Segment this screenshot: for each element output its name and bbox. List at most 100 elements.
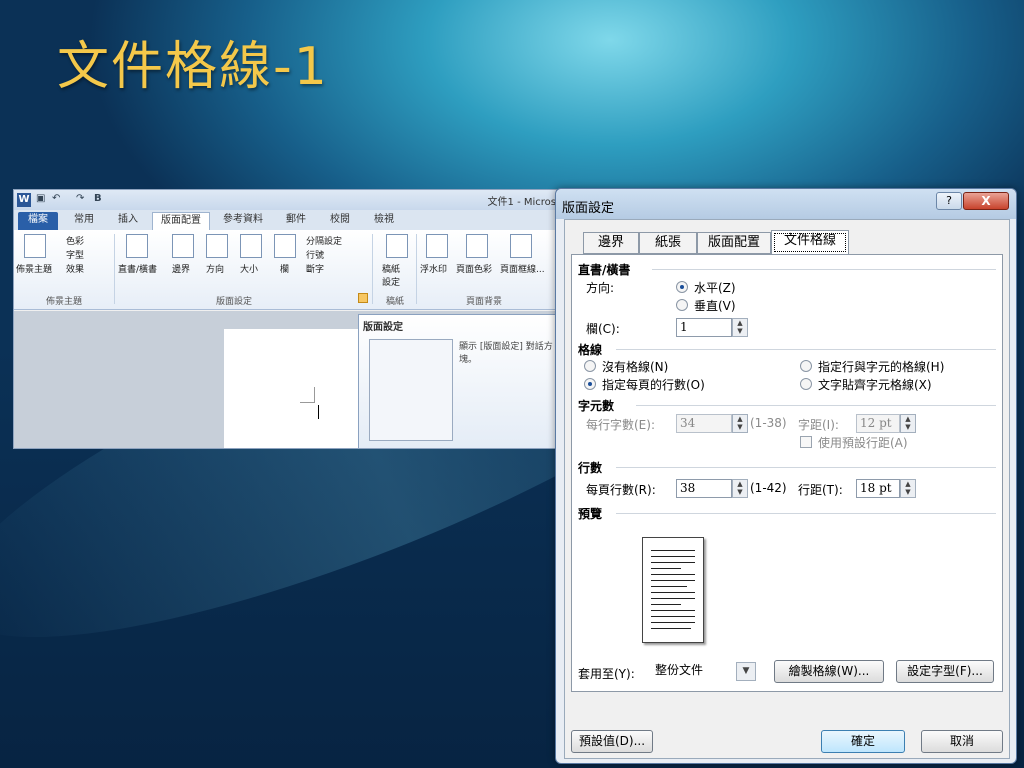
grid-section: 格線 <box>578 343 603 357</box>
tab-page-layout[interactable]: 版面配置 <box>152 212 210 230</box>
apply-to-select[interactable]: 整份文件 <box>652 662 734 681</box>
lines-per-page-range: (1-42) <box>750 481 787 495</box>
text-direction-icon[interactable] <box>126 234 148 258</box>
section-divider <box>616 349 996 350</box>
page-borders-icon[interactable] <box>510 234 532 258</box>
ribbon-body: 佈景主題 色彩 字型 效果 佈景主題 直書/橫書 邊界 方向 大小 欄 分隔設定… <box>14 230 556 310</box>
document-title: 文件1 - Micros <box>487 197 556 208</box>
columns-spinner[interactable]: ▲ ▼ <box>732 318 748 337</box>
horizontal-label: 水平(Z) <box>694 281 736 295</box>
preview-line <box>651 604 681 605</box>
lines-per-page-input[interactable]: 38 <box>676 479 732 498</box>
no-grid-radio[interactable] <box>584 360 596 372</box>
preview-line <box>651 580 695 581</box>
horizontal-radio[interactable] <box>676 281 688 293</box>
columns-icon[interactable] <box>274 234 296 258</box>
line-pitch-label: 行距(T): <box>798 483 843 497</box>
manuscript-icon[interactable] <box>386 234 408 258</box>
columns-label: 欄(C): <box>586 322 620 336</box>
separator <box>416 234 417 304</box>
breaks-button[interactable]: 分隔設定 <box>306 234 342 247</box>
fonts-button[interactable]: 字型 <box>66 248 84 261</box>
line-pitch-spinner[interactable]: ▲ ▼ <box>900 479 916 498</box>
colors-button[interactable]: 色彩 <box>66 234 84 247</box>
tab-document-grid[interactable]: 文件格線 <box>771 230 849 255</box>
watermark-icon[interactable] <box>426 234 448 258</box>
apply-to-dropdown-icon[interactable]: ▼ <box>736 662 756 681</box>
dialog-title-bar[interactable]: 版面設定 ? X <box>556 189 1016 219</box>
save-icon[interactable]: ▣ <box>36 193 48 206</box>
lines-only-radio[interactable] <box>584 378 596 390</box>
use-default-pitch-checkbox[interactable] <box>800 436 812 448</box>
page-borders-button[interactable]: 頁面框線... <box>500 262 545 275</box>
chars-per-line-spinner[interactable]: ▲ ▼ <box>732 414 748 433</box>
vertical-radio[interactable] <box>676 299 688 311</box>
ribbon-screenshot: W ▣ ↶ ↷ B 文件1 - Micros 檔案 常用 插入 版面配置 參考資… <box>13 189 557 449</box>
size-icon[interactable] <box>240 234 262 258</box>
snap-chars-radio[interactable] <box>800 378 812 390</box>
char-pitch-input[interactable]: 12 pt <box>856 414 900 433</box>
bold-icon[interactable]: B <box>94 193 106 206</box>
text-direction-button[interactable]: 直書/橫書 <box>118 262 157 275</box>
columns-input[interactable]: 1 <box>676 318 732 337</box>
hyphenation-button[interactable]: 斷字 <box>306 262 324 275</box>
help-button[interactable]: ? <box>936 192 962 210</box>
manuscript-button[interactable]: 稿紙 設定 <box>382 262 400 288</box>
preview-section: 預覽 <box>578 507 603 521</box>
lines-and-chars-radio[interactable] <box>800 360 812 372</box>
margins-icon[interactable] <box>172 234 194 258</box>
line-pitch-input[interactable]: 18 pt <box>856 479 900 498</box>
lines-only-label: 指定每頁的行數(O) <box>602 378 705 392</box>
document-page[interactable] <box>224 329 364 448</box>
dialog-title: 版面設定 <box>562 201 615 216</box>
page-color-button[interactable]: 頁面色彩 <box>456 262 492 275</box>
orientation-icon[interactable] <box>206 234 228 258</box>
draw-grid-button[interactable]: 繪製格線(W)... <box>774 660 884 683</box>
tab-view[interactable]: 檢視 <box>364 212 404 230</box>
default-button[interactable]: 預設值(D)... <box>571 730 653 753</box>
no-grid-label: 沒有格線(N) <box>602 360 669 374</box>
document-grid-panel: 直書/橫書 方向: 水平(Z) 垂直(V) 欄(C): 1 ▲ ▼ 格線 沒有格線… <box>571 254 1003 692</box>
page-color-icon[interactable] <box>466 234 488 258</box>
watermark-button[interactable]: 浮水印 <box>420 262 447 275</box>
separator <box>114 234 115 304</box>
margins-button[interactable]: 邊界 <box>172 262 190 275</box>
tab-insert[interactable]: 插入 <box>108 212 148 230</box>
paper-group-label: 稿紙 <box>385 297 404 307</box>
columns-button[interactable]: 欄 <box>280 262 289 275</box>
cancel-button[interactable]: 取消 <box>921 730 1003 753</box>
line-numbers-button[interactable]: 行號 <box>306 248 324 261</box>
preview-line <box>651 628 691 629</box>
tab-paper[interactable]: 紙張 <box>639 232 697 254</box>
tab-file[interactable]: 檔案 <box>18 212 58 230</box>
themes-button[interactable]: 佈景主題 <box>16 262 52 275</box>
dialog-launcher-icon[interactable] <box>358 293 368 303</box>
word-app-icon[interactable]: W <box>17 193 31 207</box>
orientation-button[interactable]: 方向 <box>206 262 224 275</box>
close-button[interactable]: X <box>963 192 1009 210</box>
lines-per-page-spinner[interactable]: ▲ ▼ <box>732 479 748 498</box>
set-font-button[interactable]: 設定字型(F)... <box>896 660 994 683</box>
tab-margins[interactable]: 邊界 <box>583 232 639 254</box>
dialog-body: 邊界 紙張 版面配置 文件格線 直書/橫書 方向: 水平(Z) 垂直(V) 欄(… <box>564 219 1010 759</box>
ok-button[interactable]: 確定 <box>821 730 905 753</box>
tab-references[interactable]: 參考資料 <box>214 212 272 230</box>
tab-home[interactable]: 常用 <box>64 212 104 230</box>
text-cursor <box>318 405 319 419</box>
chars-per-line-input[interactable]: 34 <box>676 414 732 433</box>
preview-line <box>651 574 695 575</box>
themes-icon[interactable] <box>24 234 46 258</box>
lines-section: 行數 <box>578 461 603 475</box>
tab-review[interactable]: 校閱 <box>320 212 360 230</box>
tooltip-title: 版面設定 <box>363 322 403 333</box>
characters-section: 字元數 <box>578 399 615 413</box>
preview-line <box>651 586 687 587</box>
redo-icon[interactable]: ↷ <box>76 193 88 206</box>
tab-layout[interactable]: 版面配置 <box>697 232 771 254</box>
effects-button[interactable]: 效果 <box>66 262 84 275</box>
size-button[interactable]: 大小 <box>240 262 258 275</box>
tab-mailings[interactable]: 郵件 <box>276 212 316 230</box>
ribbon-tabs: 檔案 常用 插入 版面配置 參考資料 郵件 校閱 檢視 <box>14 210 556 230</box>
char-pitch-spinner[interactable]: ▲ ▼ <box>900 414 916 433</box>
undo-icon[interactable]: ↶ <box>52 193 64 206</box>
